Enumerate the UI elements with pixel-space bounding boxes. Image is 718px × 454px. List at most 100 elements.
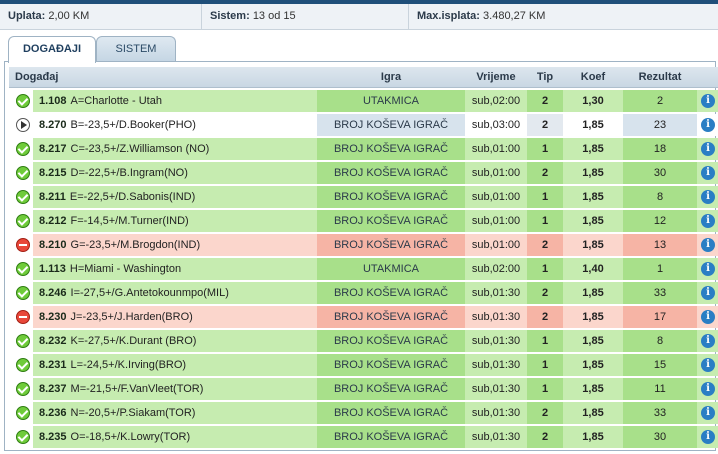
table-row[interactable]: 1.108 A=Charlotte - Utah UTAKMICA sub,02:00… bbox=[9, 90, 718, 112]
info-icon[interactable]: i bbox=[701, 238, 715, 252]
table-row[interactable]: 8.270 B=-23,5+/D.Booker(PHO) BROJ KOŠEVA I… bbox=[9, 114, 718, 136]
koef-cell: 1,85 bbox=[563, 426, 623, 448]
tip-cell: 1 bbox=[527, 378, 563, 400]
info-icon[interactable]: i bbox=[701, 166, 715, 180]
tab-sistem[interactable]: SISTEM bbox=[96, 36, 176, 61]
max-isplata-label: Max.isplata: bbox=[417, 10, 480, 22]
result-cell: 8 bbox=[623, 330, 697, 352]
igra-cell: BROJ KOŠEVA IGRAČ bbox=[317, 426, 465, 448]
event-code: 8.231 bbox=[39, 359, 67, 371]
koef-cell: 1,85 bbox=[563, 234, 623, 256]
event-code: 8.232 bbox=[39, 335, 67, 347]
table-row[interactable]: 8.210 G=-23,5+/M.Brogdon(IND) BROJ KOŠEVA … bbox=[9, 234, 718, 256]
koef-cell: 1,85 bbox=[563, 378, 623, 400]
info-icon[interactable]: i bbox=[701, 406, 715, 420]
info-icon[interactable]: i bbox=[701, 430, 715, 444]
uplata-cell: Uplata: 2,00 KM bbox=[0, 4, 202, 29]
result-cell: 13 bbox=[623, 234, 697, 256]
check-circle-icon bbox=[16, 286, 30, 300]
igra-cell: UTAKMICA bbox=[317, 258, 465, 280]
table-row[interactable]: 1.113 H=Miami - Washington UTAKMICA sub,02:… bbox=[9, 258, 718, 280]
table-row[interactable]: 8.211 E=-22,5+/D.Sabonis(IND) BROJ KOŠEVA … bbox=[9, 186, 718, 208]
info-icon[interactable]: i bbox=[701, 334, 715, 348]
check-circle-icon bbox=[16, 166, 30, 180]
time-cell: sub,03:00 bbox=[465, 114, 527, 136]
info-icon[interactable]: i bbox=[701, 214, 715, 228]
igra-cell: BROJ KOŠEVA IGRAČ bbox=[317, 282, 465, 304]
event-cell: 8.217 C=-23,5+/Z.Williamson (NO) bbox=[33, 138, 317, 160]
col-igra-header: Igra bbox=[380, 71, 402, 83]
event-name: F=-14,5+/M.Turner(IND) bbox=[70, 215, 189, 227]
table-row[interactable]: 8.212 F=-14,5+/M.Turner(IND) BROJ KOŠEVA I… bbox=[9, 210, 718, 232]
event-code: 8.211 bbox=[39, 191, 66, 203]
table-row[interactable]: 8.246 I=-27,5+/G.Antetokounmpo(MIL) BROJ K… bbox=[9, 282, 718, 304]
event-cell: 1.108 A=Charlotte - Utah bbox=[33, 90, 317, 112]
table-row[interactable]: 8.236 N=-20,5+/P.Siakam(TOR) BROJ KOŠEVA I… bbox=[9, 402, 718, 424]
result-cell: 1 bbox=[623, 258, 697, 280]
info-icon[interactable]: i bbox=[701, 286, 715, 300]
table-row[interactable]: 8.217 C=-23,5+/Z.Williamson (NO) BROJ KOŠE… bbox=[9, 138, 718, 160]
event-name: O=-18,5+/K.Lowry(TOR) bbox=[70, 431, 191, 443]
event-name: D=-22,5+/B.Ingram(NO) bbox=[70, 167, 188, 179]
koef-cell: 1,85 bbox=[563, 138, 623, 160]
info-icon[interactable]: i bbox=[701, 382, 715, 396]
play-circle-icon bbox=[16, 118, 30, 132]
info-cell: i bbox=[697, 234, 718, 256]
uplata-label: Uplata: bbox=[8, 10, 46, 22]
check-circle-icon bbox=[16, 214, 30, 228]
info-cell: i bbox=[697, 354, 718, 376]
time-cell: sub,01:30 bbox=[465, 306, 527, 328]
col-rezultat-header: Rezultat bbox=[638, 71, 682, 83]
uplata-value: 2,00 KM bbox=[48, 10, 90, 22]
tip-cell: 2 bbox=[527, 306, 563, 328]
koef-cell: 1,85 bbox=[563, 330, 623, 352]
event-cell: 8.246 I=-27,5+/G.Antetokounmpo(MIL) bbox=[33, 282, 317, 304]
col-koef-header: Koef bbox=[580, 71, 606, 83]
table-row[interactable]: 8.230 J=-23,5+/J.Harden(BRO) BROJ KOŠEVA I… bbox=[9, 306, 718, 328]
info-icon[interactable]: i bbox=[701, 118, 715, 132]
table-row[interactable]: 8.235 O=-18,5+/K.Lowry(TOR) BROJ KOŠEVA IG… bbox=[9, 426, 718, 448]
koef-cell: 1,85 bbox=[563, 162, 623, 184]
table-row[interactable]: 8.232 K=-27,5+/K.Durant (BRO) BROJ KOŠEVA … bbox=[9, 330, 718, 352]
koef-cell: 1,85 bbox=[563, 114, 623, 136]
time-cell: sub,01:00 bbox=[465, 186, 527, 208]
result-cell: 12 bbox=[623, 210, 697, 232]
tip-cell: 2 bbox=[527, 402, 563, 424]
tab-dogadaji[interactable]: DOGAĐAJI bbox=[8, 36, 96, 63]
event-code: 8.230 bbox=[39, 311, 67, 323]
info-icon[interactable]: i bbox=[701, 190, 715, 204]
tip-cell: 1 bbox=[527, 186, 563, 208]
time-cell: sub,01:00 bbox=[465, 138, 527, 160]
info-icon[interactable]: i bbox=[701, 94, 715, 108]
check-circle-icon bbox=[16, 262, 30, 276]
check-circle-icon bbox=[16, 430, 30, 444]
event-name: A=Charlotte - Utah bbox=[70, 95, 162, 107]
tip-cell: 2 bbox=[527, 90, 563, 112]
event-code: 8.210 bbox=[39, 239, 67, 251]
koef-cell: 1,85 bbox=[563, 210, 623, 232]
sistem-label: Sistem: bbox=[210, 10, 250, 22]
event-code: 1.108 bbox=[39, 95, 67, 107]
check-circle-icon bbox=[16, 334, 30, 348]
info-icon[interactable]: i bbox=[701, 142, 715, 156]
minus-circle-icon bbox=[16, 238, 30, 252]
table-row[interactable]: 8.231 L=-24,5+/K.Irving(BRO) BROJ KOŠEVA I… bbox=[9, 354, 718, 376]
table-row[interactable]: 8.237 M=-21,5+/F.VanVleet(TOR) BROJ KOŠEVA… bbox=[9, 378, 718, 400]
tip-cell: 2 bbox=[527, 426, 563, 448]
koef-cell: 1,85 bbox=[563, 186, 623, 208]
status-cell bbox=[13, 354, 33, 376]
igra-cell: BROJ KOŠEVA IGRAČ bbox=[317, 330, 465, 352]
info-icon[interactable]: i bbox=[701, 262, 715, 276]
status-cell bbox=[13, 282, 33, 304]
time-cell: sub,01:30 bbox=[465, 378, 527, 400]
event-cell: 8.231 L=-24,5+/K.Irving(BRO) bbox=[33, 354, 317, 376]
info-icon[interactable]: i bbox=[701, 310, 715, 324]
status-cell bbox=[13, 306, 33, 328]
event-name: M=-21,5+/F.VanVleet(TOR) bbox=[70, 383, 204, 395]
info-cell: i bbox=[697, 306, 718, 328]
table-row[interactable]: 8.215 D=-22,5+/B.Ingram(NO) BROJ KOŠEVA IG… bbox=[9, 162, 718, 184]
event-name: H=Miami - Washington bbox=[69, 263, 182, 275]
info-icon[interactable]: i bbox=[701, 358, 715, 372]
igra-cell: BROJ KOŠEVA IGRAČ bbox=[317, 402, 465, 424]
status-cell bbox=[13, 258, 33, 280]
